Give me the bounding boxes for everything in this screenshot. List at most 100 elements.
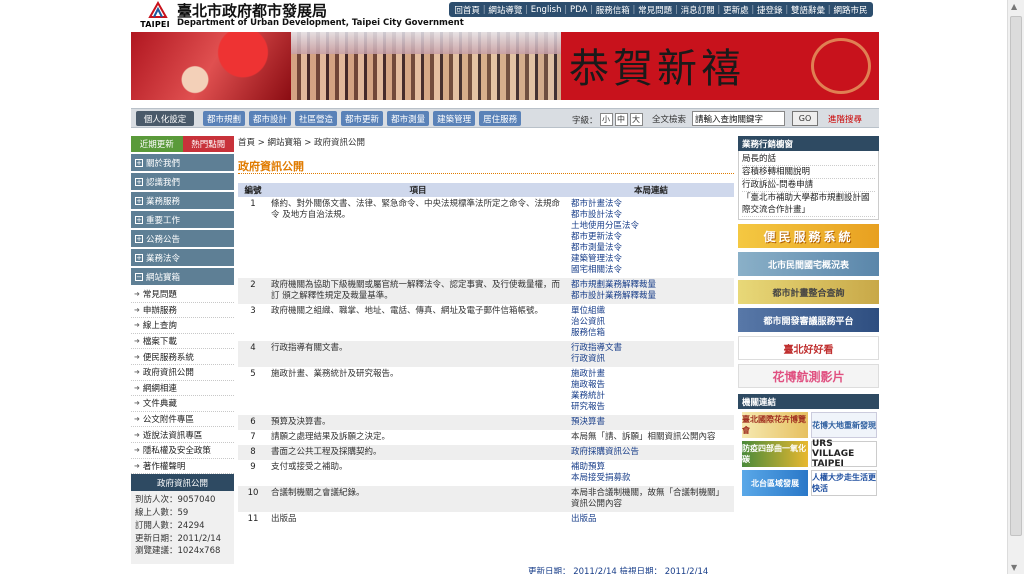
tab-popular[interactable]: 熱門點閱 <box>182 136 234 152</box>
row-link[interactable]: 建築管理法令 <box>571 254 731 265</box>
submenu-item[interactable]: ➜ 著作權聲明 <box>131 459 234 475</box>
org-link-human-rights[interactable]: 人權大步走生活更快活 <box>811 470 877 496</box>
font-size-small[interactable]: 小 <box>599 113 613 126</box>
sidebar-item-announcements[interactable]: + 公務公告 <box>131 230 234 247</box>
row-link[interactable]: 都市更新法令 <box>571 232 731 243</box>
banner-taipei-beautiful[interactable]: 臺北好好看 <box>738 336 879 360</box>
submenu-item[interactable]: ➜ 遊說法資訊專區 <box>131 427 234 443</box>
sidebar-item-key-work[interactable]: + 重要工作 <box>131 211 234 228</box>
row-link[interactable]: 都市測量法令 <box>571 243 731 254</box>
tab-latest-updates[interactable]: 近期更新 <box>131 136 183 152</box>
search-go-button[interactable]: GO <box>792 111 818 126</box>
row-link[interactable]: 服務信箱 <box>571 328 731 339</box>
sidebar-item-services[interactable]: + 業務服務 <box>131 192 234 209</box>
nav-community[interactable]: 社區營造 <box>295 111 338 126</box>
row-link[interactable]: 單位組織 <box>571 306 731 317</box>
toplink-subscribe[interactable]: 消息訂閱 <box>681 4 715 16</box>
row-link[interactable]: 補助預算 <box>571 462 731 473</box>
nav-urban-planning[interactable]: 都市規劃 <box>203 111 246 126</box>
toplink-netizen[interactable]: 網路市民 <box>833 4 867 16</box>
breadcrumb[interactable]: 首頁 > 網站寶箱 > 政府資訊公開 <box>238 136 734 150</box>
arrow-right-icon: ➜ <box>134 430 140 439</box>
org-link-north-taiwan[interactable]: 北台區域發展 <box>742 470 808 496</box>
personalize-button[interactable]: 個人化設定 <box>136 111 194 126</box>
table-row: 6 預算及決算書。 預決算書 <box>238 415 734 430</box>
vertical-scrollbar[interactable]: ▲ ▼ <box>1007 0 1024 574</box>
advanced-search-link[interactable]: 進階搜尋 <box>828 113 862 125</box>
banner-review-platform[interactable]: 都市開發審議服務平台 <box>738 308 879 332</box>
row-link[interactable]: 都市計畫法令 <box>571 199 731 210</box>
submenu-item[interactable]: ➜ 檔案下載 <box>131 334 234 350</box>
toplink-login[interactable]: 捷登錄 <box>757 4 783 16</box>
row-link[interactable]: 預決算書 <box>571 417 731 428</box>
scroll-down-icon[interactable]: ▼ <box>1011 563 1017 572</box>
new-year-banner: 恭賀新禧 <box>131 32 879 100</box>
row-link[interactable]: 都市設計法令 <box>571 210 731 221</box>
submenu-item[interactable]: ➜ 便民服務系統 <box>131 349 234 365</box>
row-link[interactable]: 業務統計 <box>571 391 731 402</box>
row-link[interactable]: 都市規劃業務解釋裁量 <box>571 280 731 291</box>
row-link[interactable]: 都市設計業務解釋裁量 <box>571 291 731 302</box>
scroll-up-icon[interactable]: ▲ <box>1011 2 1017 11</box>
showcase-link[interactable]: 行政訴訟-問卷申請 <box>742 179 875 192</box>
row-link[interactable]: 施政計畫 <box>571 369 731 380</box>
scroll-thumb[interactable] <box>1010 16 1022 536</box>
toplink-faq[interactable]: 常見問題 <box>638 4 672 16</box>
row-link[interactable]: 土地使用分區法令 <box>571 221 731 232</box>
banner-service-system[interactable]: 便民服務系統 <box>738 224 879 248</box>
separator: | <box>717 4 721 15</box>
org-link-co-safety[interactable]: 防疫四部曲一氧化碳 <box>742 441 808 467</box>
row-link[interactable]: 本局接受捐募款 <box>571 473 731 484</box>
search-input[interactable] <box>692 111 785 126</box>
nav-urban-design[interactable]: 都市設計 <box>249 111 292 126</box>
banner-flora-expo-video[interactable]: 花博航測影片 <box>738 364 879 388</box>
banner-housing-overview[interactable]: 北市民間國宅概況表 <box>738 252 879 276</box>
org-link-flora-expo[interactable]: 臺北國際花卉博覽會 <box>742 412 808 438</box>
row-item: 合議制機關之會議紀錄。 <box>268 486 568 512</box>
row-link[interactable]: 政府採購資訊公告 <box>571 447 731 458</box>
sidebar-item-regulations[interactable]: + 業務法令 <box>131 249 234 266</box>
sidebar-item-treasure-box[interactable]: − 網站寶箱 <box>131 268 234 285</box>
toplink-glossary[interactable]: 雙語辭彙 <box>791 4 825 16</box>
submenu-item[interactable]: ➜ 政府資訊公開 <box>131 365 234 381</box>
showcase-link[interactable]: 容積移轉相關說明 <box>742 166 875 179</box>
submenu-item[interactable]: ➜ 網網相連 <box>131 381 234 397</box>
row-link[interactable]: 治公資訊 <box>571 317 731 328</box>
submenu-item[interactable]: ➜ 文件典藏 <box>131 396 234 412</box>
toplink-mailbox[interactable]: 服務信箱 <box>596 4 630 16</box>
submenu-item[interactable]: ➜ 線上查詢 <box>131 318 234 334</box>
submenu-item[interactable]: ➜ 申辦服務 <box>131 303 234 319</box>
submenu-label: 常見問題 <box>142 290 177 301</box>
row-link[interactable]: 出版品 <box>571 514 731 525</box>
sidebar-item-know-us[interactable]: + 認識我們 <box>131 173 234 190</box>
banner-plan-query[interactable]: 都市計畫整合查詢 <box>738 280 879 304</box>
sidebar-item-label: 公務公告 <box>146 234 181 245</box>
row-link[interactable]: 國宅相關法令 <box>571 265 731 276</box>
toplink-home[interactable]: 回首頁 <box>454 4 480 16</box>
row-link[interactable]: 行政資訊 <box>571 354 731 365</box>
font-size-medium[interactable]: 中 <box>614 113 628 126</box>
row-link[interactable]: 研究報告 <box>571 402 731 413</box>
submenu-label: 著作權聲明 <box>142 461 186 472</box>
toplink-pda[interactable]: PDA <box>570 5 587 15</box>
toplink-update[interactable]: 更新處 <box>723 4 749 16</box>
row-link[interactable]: 行政指導文書 <box>571 343 731 354</box>
org-link-flora-discovery[interactable]: 花博大地重新發現 <box>811 412 877 438</box>
sidebar-active-item[interactable]: 政府資訊公開 <box>131 474 234 492</box>
showcase-link[interactable]: 局長的話 <box>742 153 875 166</box>
showcase-link[interactable]: 「臺北市補助大學都市規劃設計國際交流合作計畫」 <box>742 192 875 217</box>
org-link-urs-village[interactable]: URS VILLAGE TAIPEI <box>811 439 877 469</box>
submenu-item[interactable]: ➜ 公文附件專區 <box>131 412 234 428</box>
font-size-large[interactable]: 大 <box>629 113 643 126</box>
toplink-english[interactable]: English <box>531 5 562 15</box>
nav-housing[interactable]: 居住服務 <box>479 111 522 126</box>
submenu-item[interactable]: ➜ 常見問題 <box>131 287 234 303</box>
row-link[interactable]: 施政報告 <box>571 380 731 391</box>
nav-urban-renewal[interactable]: 都市更新 <box>341 111 384 126</box>
nav-surveying[interactable]: 都市測量 <box>387 111 430 126</box>
submenu-item[interactable]: ➜ 隱私權及安全政策 <box>131 443 234 459</box>
nav-building[interactable]: 建築管理 <box>433 111 476 126</box>
taipei-logo[interactable]: TAIPEI <box>139 1 170 31</box>
sidebar-item-about[interactable]: + 關於我們 <box>131 154 234 171</box>
toplink-sitemap[interactable]: 網站導覽 <box>488 4 522 16</box>
